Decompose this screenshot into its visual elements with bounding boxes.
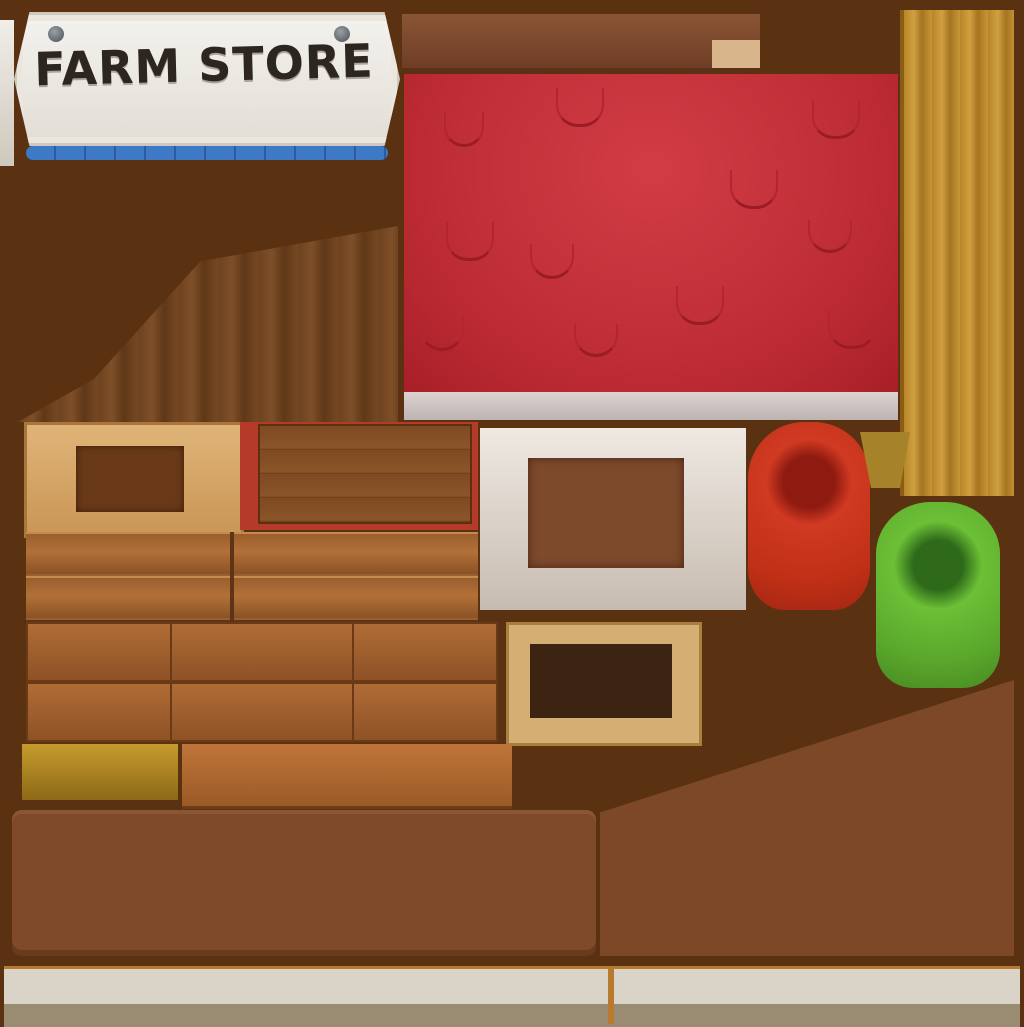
plank-row bbox=[26, 576, 478, 622]
red-crate-planks bbox=[258, 424, 472, 524]
awning-drip bbox=[828, 310, 876, 349]
roof-board-end bbox=[712, 40, 760, 68]
crate-window bbox=[76, 446, 184, 512]
progress-fill bbox=[26, 146, 388, 160]
wood-beam bbox=[182, 744, 512, 809]
small-plank bbox=[26, 622, 172, 682]
gold-plank bbox=[22, 744, 178, 800]
awning-drip bbox=[676, 286, 724, 325]
green-pepper-icon bbox=[876, 502, 1000, 688]
plank-divider bbox=[230, 532, 234, 620]
small-plank bbox=[352, 682, 498, 742]
awning-edge bbox=[404, 392, 898, 420]
floor-strip bbox=[4, 966, 1020, 1027]
bin-opening bbox=[530, 644, 672, 718]
sign-edge-strip bbox=[0, 20, 14, 166]
wooden-ramp bbox=[18, 226, 398, 422]
small-plank bbox=[170, 622, 354, 682]
awning-drip bbox=[446, 222, 494, 261]
dirt-ground bbox=[12, 810, 596, 956]
sign-title: FARM STORE bbox=[33, 33, 375, 97]
floor-divider bbox=[608, 966, 614, 1024]
awning-drip bbox=[556, 88, 604, 127]
small-plank bbox=[352, 622, 498, 682]
nail-icon bbox=[48, 26, 64, 42]
wooden-post bbox=[900, 10, 1014, 496]
progress-bar bbox=[26, 146, 388, 160]
awning-drip bbox=[730, 170, 778, 209]
awning-drip bbox=[812, 100, 860, 139]
small-plank bbox=[170, 682, 354, 742]
small-plank bbox=[26, 682, 172, 742]
plank-row bbox=[26, 532, 478, 578]
roof-board bbox=[402, 14, 760, 71]
red-pepper-icon bbox=[748, 422, 870, 610]
stone-frame-window bbox=[528, 458, 684, 568]
